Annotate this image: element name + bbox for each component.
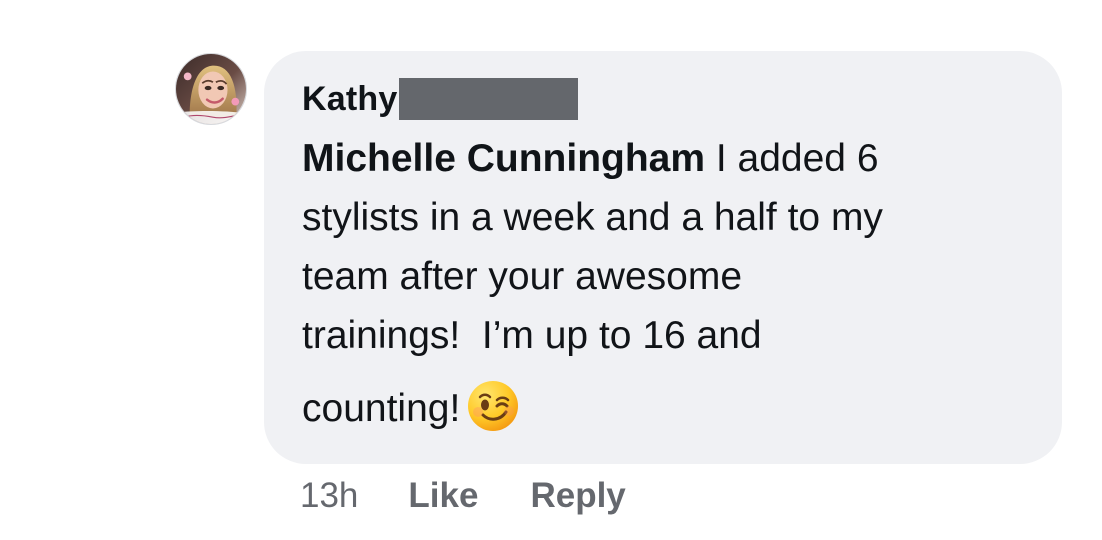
author-name[interactable]: Kathy: [302, 82, 397, 116]
timestamp[interactable]: 13h: [300, 476, 358, 516]
reply-button[interactable]: Reply: [530, 476, 625, 516]
avatar[interactable]: [175, 53, 247, 125]
like-button[interactable]: Like: [408, 476, 478, 516]
avatar-photo-icon: [176, 54, 246, 124]
comment-text-line-2: stylists in a week and a half to my: [302, 196, 883, 239]
comment-last-line: counting!: [302, 379, 1022, 438]
comment-text-line-4: trainings! I’m up to 16 and: [302, 314, 762, 357]
comment-bubble: Kathy Michelle Cunningham I added 6 styl…: [264, 51, 1062, 464]
winking-face-icon: [466, 379, 520, 433]
comment-text-line-5: counting!: [302, 387, 461, 430]
author-row: Kathy: [302, 77, 579, 121]
comment-text: Michelle Cunningham I added 6 stylists i…: [302, 129, 1022, 438]
mention-name[interactable]: Michelle Cunningham: [302, 137, 705, 180]
comment-actions: 13h Like Reply: [300, 474, 678, 518]
redacted-author-last-name: [399, 78, 579, 120]
comment-text-line-3: team after your awesome: [302, 255, 743, 298]
comment-screen: Kathy Michelle Cunningham I added 6 styl…: [0, 0, 1102, 540]
comment-text-line-1: I added 6: [705, 137, 879, 180]
